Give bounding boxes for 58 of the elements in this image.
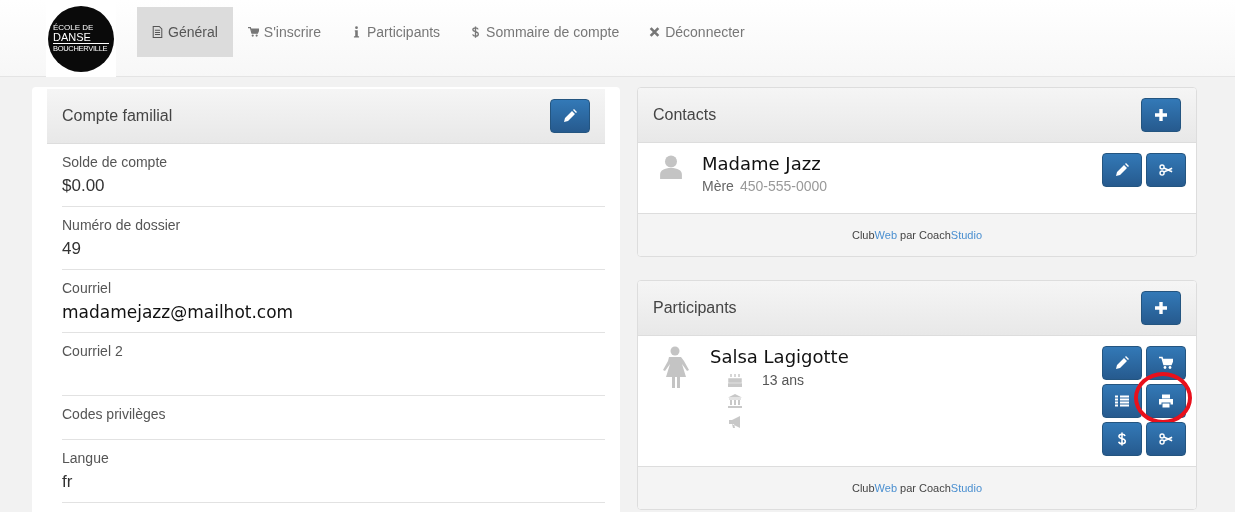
add-button[interactable] bbox=[1141, 98, 1181, 132]
footer-credit: ClubWeb par CoachStudio bbox=[851, 482, 983, 494]
field-label: Courriel bbox=[62, 280, 112, 296]
action-button[interactable] bbox=[1146, 346, 1186, 380]
contact-name: Madame Jazz bbox=[702, 153, 822, 174]
field-label: Solde de compte bbox=[62, 154, 169, 170]
action-button[interactable] bbox=[1146, 153, 1186, 187]
participant-age: 13 ans bbox=[762, 371, 805, 388]
nav-tab[interactable]: S'inscrire bbox=[232, 7, 336, 57]
action-button[interactable] bbox=[1102, 153, 1142, 187]
cake-icon bbox=[728, 372, 742, 387]
pencil-icon bbox=[563, 109, 577, 123]
panel-title: Compte familial bbox=[62, 107, 173, 125]
nav-tab[interactable]: Général bbox=[137, 7, 233, 57]
nav-tab[interactable]: Déconnecter bbox=[634, 7, 760, 57]
logo-text: ÉCOLE DE bbox=[53, 24, 95, 33]
footer-credit: ClubWeb par CoachStudio bbox=[851, 229, 983, 241]
document-icon bbox=[152, 26, 163, 38]
action-button[interactable] bbox=[1102, 346, 1142, 380]
panel-title: Contacts bbox=[653, 106, 717, 124]
field-label: Codes privilèges bbox=[62, 406, 167, 422]
cart-icon bbox=[1159, 356, 1173, 370]
field-value: $0.00 bbox=[62, 176, 106, 196]
action-button[interactable] bbox=[1102, 384, 1142, 418]
pencil-icon bbox=[1115, 356, 1129, 370]
nav-tab[interactable]: Sommaire de compte bbox=[455, 7, 635, 57]
plus-icon bbox=[1154, 108, 1168, 122]
megaphone-icon bbox=[728, 414, 742, 429]
field-label: Courriel 2 bbox=[62, 343, 124, 359]
scissors-icon bbox=[1159, 432, 1173, 446]
list-icon bbox=[1115, 394, 1129, 408]
participant-name: Salsa Lagigotte bbox=[710, 346, 850, 367]
bank-icon bbox=[728, 393, 742, 408]
action-button[interactable] bbox=[1102, 422, 1142, 456]
dollar-icon bbox=[470, 26, 482, 38]
field-value: fr bbox=[62, 472, 74, 492]
contact-phone: 450-555-0000 bbox=[739, 178, 828, 194]
field-label: Langue bbox=[62, 450, 110, 466]
pencil-icon bbox=[1115, 163, 1129, 177]
plus-icon bbox=[1154, 301, 1168, 315]
add-button[interactable] bbox=[1141, 291, 1181, 325]
close-icon bbox=[649, 26, 661, 38]
logo-text: DANSE bbox=[53, 32, 109, 45]
action-button[interactable] bbox=[1146, 384, 1186, 418]
action-button[interactable] bbox=[1146, 422, 1186, 456]
dollar-icon bbox=[1115, 432, 1129, 446]
nav-tab[interactable]: Participants bbox=[335, 7, 456, 57]
person-icon bbox=[660, 346, 690, 388]
contact-relation: Mère bbox=[702, 178, 734, 194]
person-icon bbox=[660, 155, 682, 179]
edit-button[interactable] bbox=[550, 99, 590, 133]
field-value: madamejazz@mailhot.com bbox=[62, 302, 295, 322]
cart-icon bbox=[247, 26, 259, 38]
field-label: Numéro de dossier bbox=[62, 217, 182, 233]
printer-icon bbox=[1159, 394, 1173, 408]
scissors-icon bbox=[1159, 163, 1173, 177]
panel-title: Participants bbox=[653, 299, 737, 317]
field-value: 49 bbox=[62, 239, 82, 259]
